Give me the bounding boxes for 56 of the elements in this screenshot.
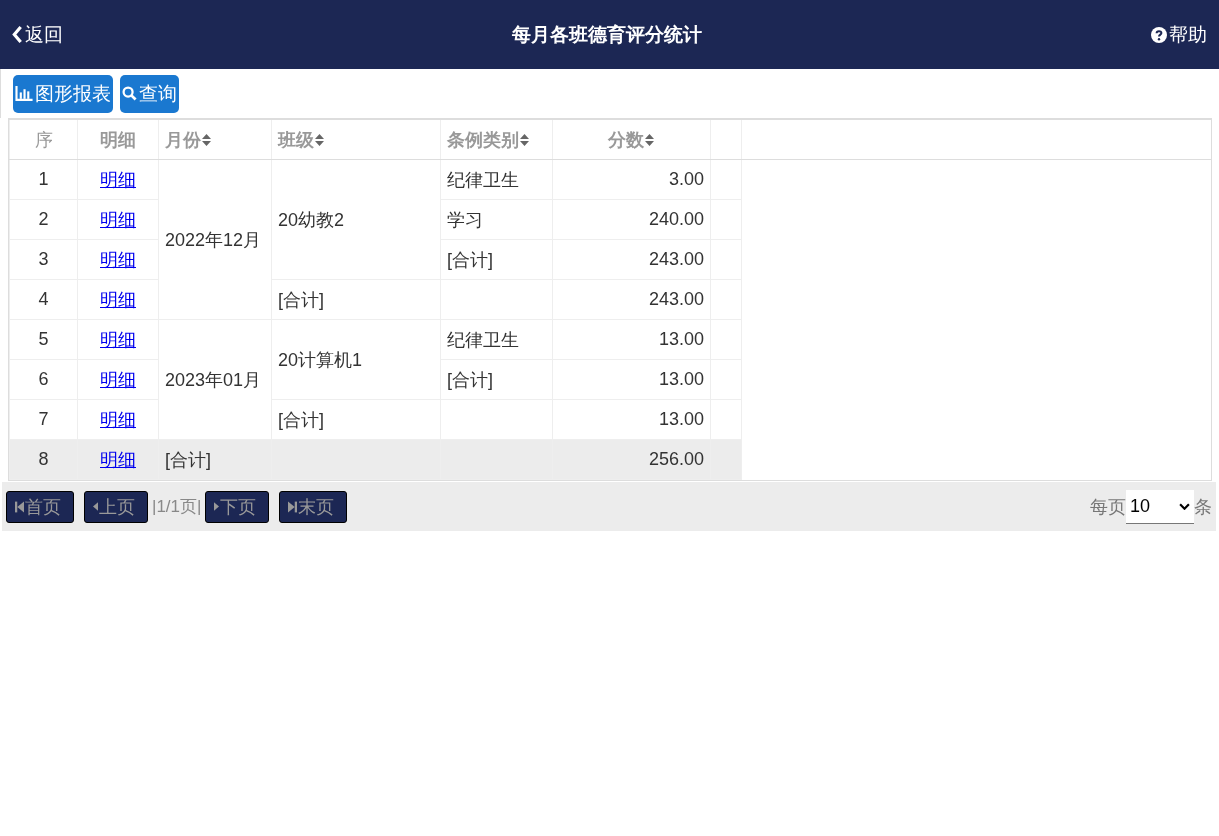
category-cell: 纪律卫生 xyxy=(440,319,553,360)
chart-report-button[interactable]: 图形报表 xyxy=(13,74,113,113)
page-title: 每月各班德育评分统计 xyxy=(511,22,703,47)
triangle-right-icon xyxy=(214,502,220,511)
row-number: 3 xyxy=(9,239,78,280)
category-cell: [合计] xyxy=(440,239,553,280)
sort-icon xyxy=(644,132,655,147)
score-cell: 256.00 xyxy=(552,439,711,480)
help-link[interactable]: 帮助 xyxy=(1151,21,1207,48)
page-info: |1/1页| xyxy=(152,496,202,518)
row-number: 4 xyxy=(9,279,78,320)
score-cell: 243.00 xyxy=(552,239,711,280)
chevron-left-icon xyxy=(12,26,23,43)
score-cell: 13.00 xyxy=(552,399,711,440)
category-cell: 学习 xyxy=(440,199,553,240)
prev-page-button[interactable]: 上页 xyxy=(84,490,148,523)
class-cell: [合计] xyxy=(271,279,441,320)
month-cell: 2022年12月 xyxy=(158,159,272,320)
class-cell: 20幼教2 xyxy=(271,159,441,280)
category-cell: [合计] xyxy=(440,359,553,400)
last-page-button[interactable]: 末页 xyxy=(279,490,348,523)
column-header: 明细 xyxy=(77,120,159,160)
month-cell: 2023年01月 xyxy=(158,319,272,440)
back-link[interactable]: 返回 xyxy=(12,21,63,48)
category-cell: 纪律卫生 xyxy=(440,159,553,200)
row-number: 7 xyxy=(9,399,78,440)
score-cell: 3.00 xyxy=(552,159,711,200)
per-page-label: 每页 xyxy=(1090,495,1126,519)
score-cell: 243.00 xyxy=(552,279,711,320)
score-cell: 13.00 xyxy=(552,319,711,360)
chevron-down-icon xyxy=(1179,502,1190,510)
row-number: 8 xyxy=(9,439,78,480)
row-number: 1 xyxy=(9,159,78,200)
row-number: 2 xyxy=(9,199,78,240)
sort-icon xyxy=(201,132,212,147)
per-page-select[interactable]: 10 xyxy=(1126,489,1194,524)
triangle-left-icon xyxy=(93,502,98,511)
score-cell: 240.00 xyxy=(552,199,711,240)
help-icon xyxy=(1151,26,1167,43)
next-page-button[interactable]: 下页 xyxy=(205,490,270,523)
first-page-button[interactable]: 首页 xyxy=(6,490,74,523)
last-page-icon xyxy=(288,500,298,513)
search-icon xyxy=(122,86,137,101)
sort-icon xyxy=(519,132,530,147)
first-page-icon xyxy=(15,500,24,513)
bar-chart-icon xyxy=(15,86,33,101)
sort-icon xyxy=(314,132,325,147)
total-label: [合计] xyxy=(158,439,272,480)
unit-label: 条 xyxy=(1194,495,1212,519)
score-cell: 13.00 xyxy=(552,359,711,400)
row-number: 5 xyxy=(9,319,78,360)
class-cell: 20计算机1 xyxy=(271,319,441,400)
column-header: 序 xyxy=(9,120,78,160)
query-button[interactable]: 查询 xyxy=(120,74,179,113)
class-cell: [合计] xyxy=(271,399,441,440)
row-number: 6 xyxy=(9,359,78,400)
